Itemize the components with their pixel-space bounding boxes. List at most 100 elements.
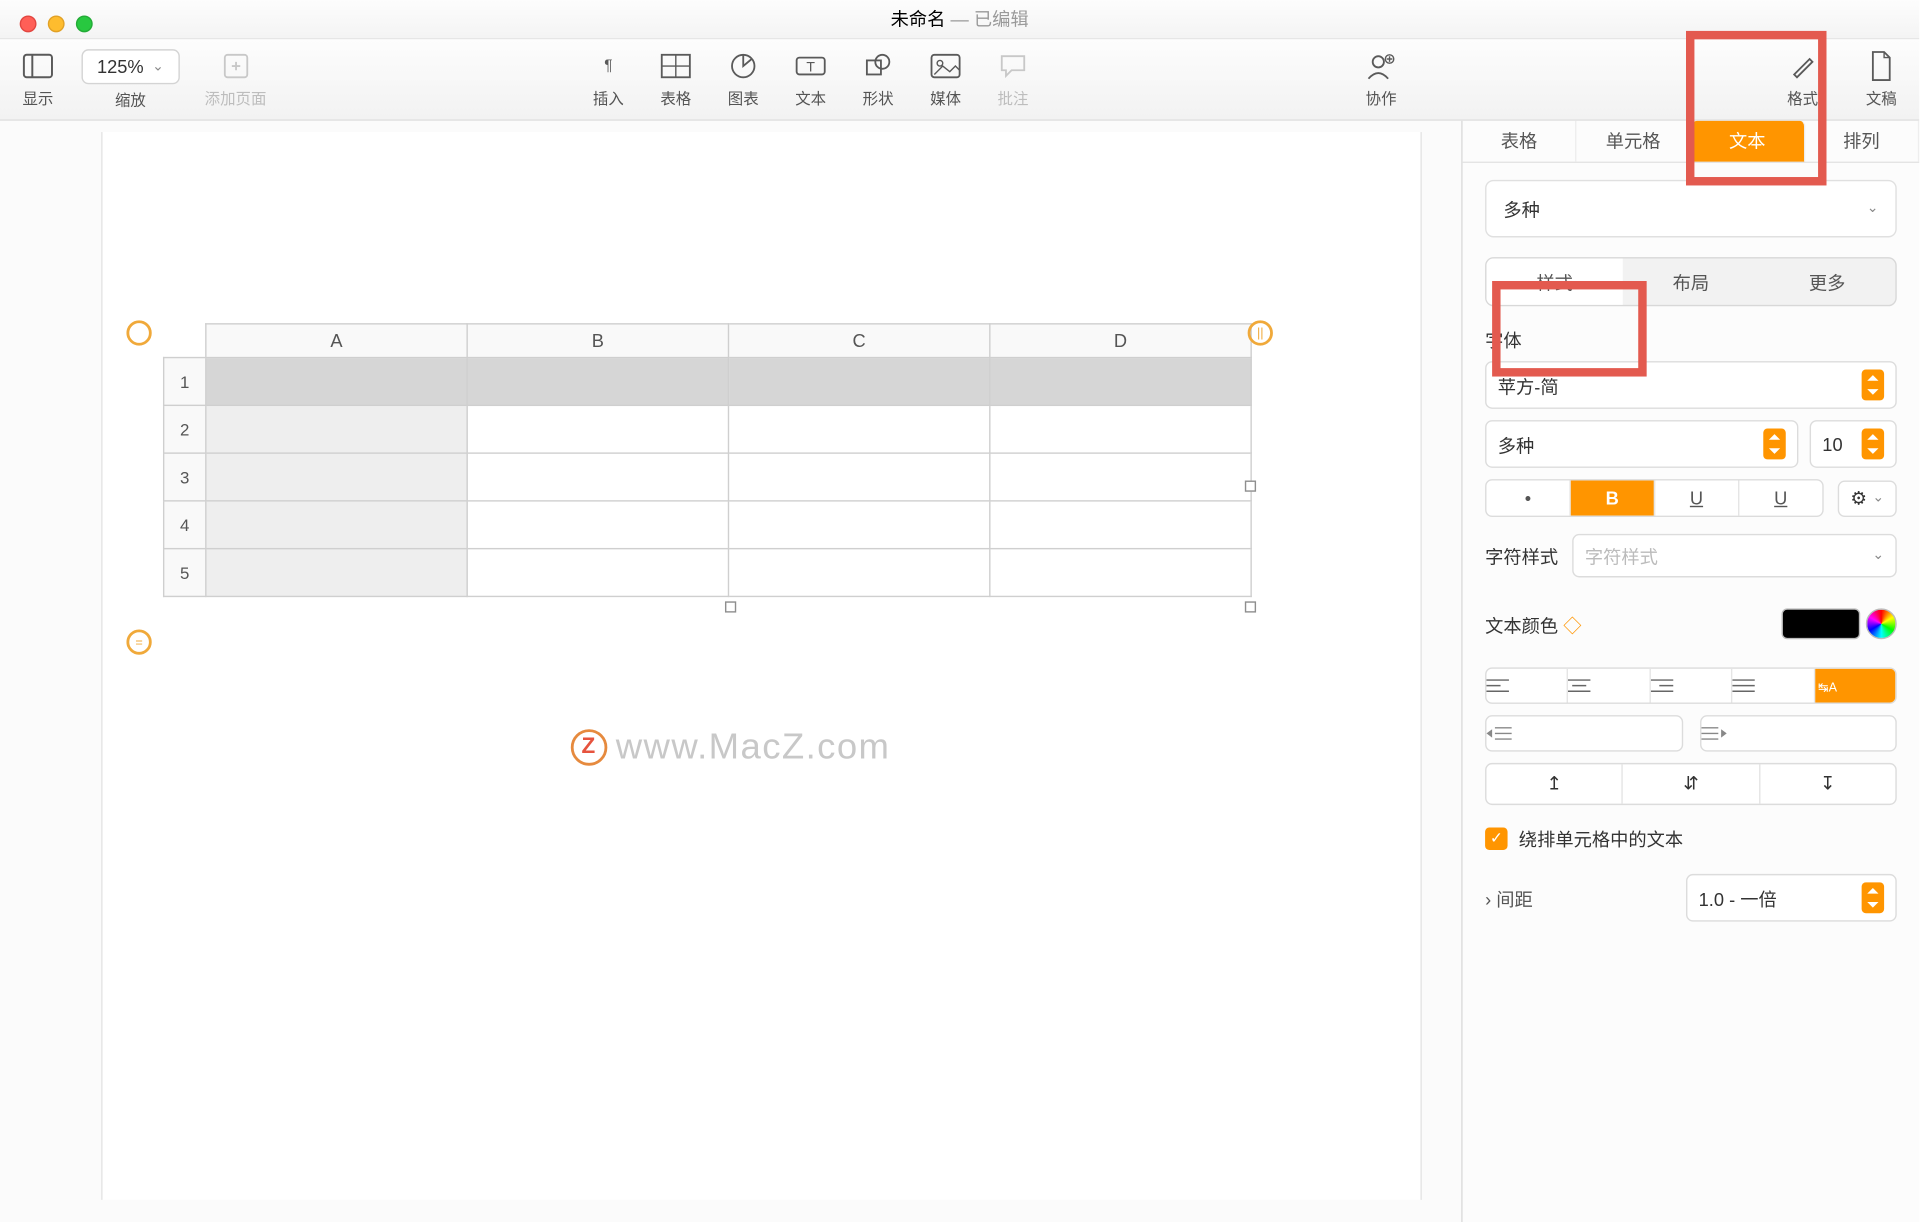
stepper-icon[interactable] [1862,882,1884,913]
cell[interactable] [467,501,728,549]
subtab-layout[interactable]: 布局 [1623,259,1759,305]
vertical-align-group: ↥ ⇵ ↧ [1485,763,1897,805]
row-header[interactable]: 5 [164,549,206,597]
col-header[interactable]: D [990,324,1251,358]
comment-button[interactable]: 批注 [995,49,1032,109]
align-justify-button[interactable] [1733,669,1815,703]
underline-button[interactable]: U [1655,481,1739,516]
subtab-style[interactable]: 样式 [1486,259,1622,305]
cell[interactable] [467,358,728,406]
cell[interactable] [728,453,989,501]
cell[interactable] [728,405,989,453]
font-section-label: 字体 [1485,326,1897,353]
add-column-handle-icon[interactable]: || [1248,320,1273,345]
stepper-icon[interactable] [1862,370,1884,401]
valign-middle-button[interactable]: ⇵ [1623,764,1760,803]
chevron-down-icon: ⌄ [1872,490,1884,505]
paragraph-style-picker[interactable]: 多种 ⌄ [1485,180,1897,238]
tab-arrange[interactable]: 排列 [1805,121,1919,162]
bold-button[interactable]: B [1571,481,1655,516]
window-traffic-lights[interactable] [20,15,93,32]
tab-text[interactable]: 文本 [1691,121,1805,162]
table-handle-topleft-icon[interactable] [126,320,151,345]
add-row-handle-icon[interactable]: = [126,629,151,654]
subtab-more[interactable]: 更多 [1759,259,1895,305]
selection-handle-icon[interactable] [725,601,736,612]
align-auto-button[interactable]: ↹A [1815,669,1896,703]
document-button[interactable]: 文稿 [1863,49,1900,109]
zoom-control[interactable]: 125% ⌄ 缩放 [81,48,179,110]
font-size-field[interactable]: 10 [1810,420,1897,468]
media-button[interactable]: 媒体 [927,49,964,109]
row-header[interactable]: 4 [164,501,206,549]
canvas-area[interactable]: || = A B C D 1 2 3 4 [0,121,1461,1222]
cell[interactable] [206,358,467,406]
fullscreen-window-icon[interactable] [76,15,93,32]
cell[interactable] [990,405,1251,453]
row-header[interactable]: 2 [164,405,206,453]
cell[interactable] [728,358,989,406]
cell[interactable] [990,453,1251,501]
indent-button[interactable] [1699,715,1896,752]
zoom-value: 125% [97,55,144,76]
spreadsheet-table[interactable]: || = A B C D 1 2 3 4 [163,323,1252,597]
row-header[interactable]: 3 [164,453,206,501]
stepper-icon[interactable] [1763,429,1785,460]
cell[interactable] [206,549,467,597]
align-center-button[interactable] [1569,669,1651,703]
text-button[interactable]: T 文本 [792,49,829,109]
char-style-picker[interactable]: 字符样式 ⌄ [1572,534,1897,578]
cell[interactable] [990,358,1251,406]
format-button[interactable]: 格式 [1784,49,1821,109]
insert-button[interactable]: ¶ 插入 [590,49,627,109]
chart-button[interactable]: 图表 [725,49,762,109]
selection-handle-icon[interactable] [1245,601,1256,612]
valign-top-button[interactable]: ↥ [1486,764,1623,803]
collaborate-button[interactable]: 协作 [1363,49,1400,109]
close-window-icon[interactable] [20,15,37,32]
sidebar-tabs: 表格 单元格 文本 排列 [1463,121,1920,163]
align-right-button[interactable] [1651,669,1733,703]
color-wheel-icon[interactable] [1866,608,1897,639]
font-advanced-button[interactable]: ⚙⌄ [1838,480,1897,517]
cell[interactable] [728,501,989,549]
col-header[interactable]: A [206,324,467,358]
selection-handle-icon[interactable] [1245,481,1256,492]
view-button[interactable]: 显示 [20,49,57,109]
add-page-button[interactable]: 添加页面 [205,49,267,109]
row-header[interactable]: 1 [164,358,206,406]
checkmark-icon: ✓ [1485,827,1507,849]
cell[interactable] [206,501,467,549]
cell[interactable] [206,405,467,453]
col-header[interactable]: B [467,324,728,358]
cell[interactable] [467,453,728,501]
cell[interactable] [467,405,728,453]
textbox-icon: T [792,49,829,83]
valign-bottom-button[interactable]: ↧ [1760,764,1895,803]
cell[interactable] [467,549,728,597]
outdent-button[interactable] [1485,715,1682,752]
align-left-button[interactable] [1486,669,1568,703]
wrap-text-checkbox[interactable]: ✓ 绕排单元格中的文本 [1485,825,1897,852]
table-button[interactable]: 表格 [658,49,695,109]
text-color-label: 文本颜色 ◇ [1485,610,1581,637]
tab-cell[interactable]: 单元格 [1577,121,1691,162]
minimize-window-icon[interactable] [48,15,65,32]
line-spacing-picker[interactable]: 1.0 - 一倍 [1686,874,1897,922]
cell[interactable] [728,549,989,597]
svg-text:T: T [806,59,815,75]
spacing-label[interactable]: › 间距 [1485,884,1533,911]
col-header[interactable]: C [728,324,989,358]
chevron-down-icon: ⌄ [1872,548,1884,563]
strike-button[interactable]: U [1739,481,1822,516]
color-well[interactable] [1782,608,1861,639]
cell[interactable] [990,501,1251,549]
dot-style-button[interactable]: • [1486,481,1570,516]
tab-table[interactable]: 表格 [1463,121,1577,162]
font-weight-picker[interactable]: 多种 [1485,420,1798,468]
font-family-picker[interactable]: 苹方-简 [1485,361,1897,409]
cell[interactable] [990,549,1251,597]
stepper-icon[interactable] [1862,429,1884,460]
shape-button[interactable]: 形状 [860,49,897,109]
cell[interactable] [206,453,467,501]
